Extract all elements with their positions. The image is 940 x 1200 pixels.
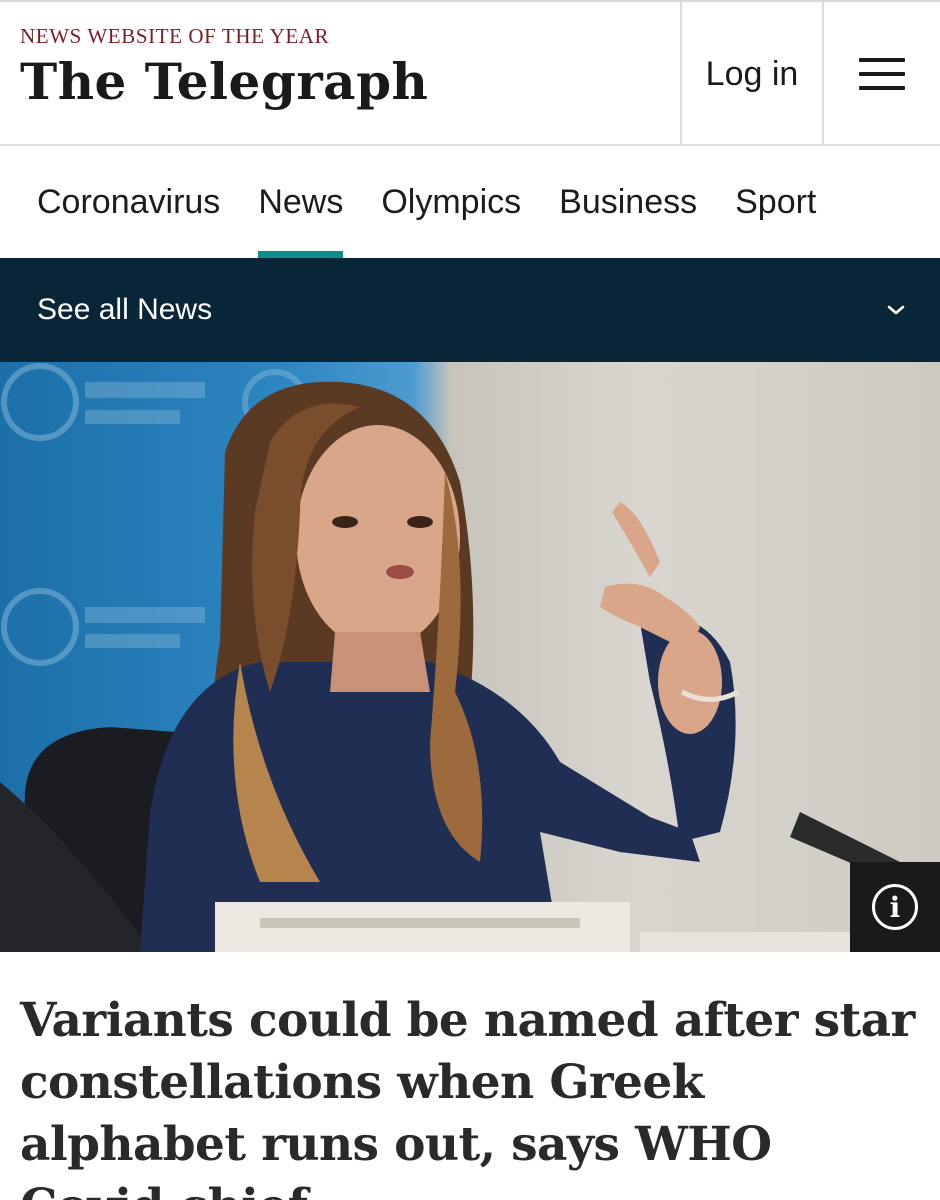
info-icon: i: [872, 884, 918, 930]
hero-photo-illustration: [0, 363, 900, 952]
nav-item-coronavirus[interactable]: Coronavirus: [18, 146, 239, 258]
tagline: NEWS WEBSITE OF THE YEAR: [20, 24, 330, 48]
login-button[interactable]: Log in: [680, 2, 822, 146]
article-headline[interactable]: Variants could be named after star const…: [20, 990, 920, 1200]
section-nav: Coronavirus News Olympics Business Sport: [0, 146, 940, 258]
header-actions: Log in: [680, 2, 940, 146]
see-all-news-label: See all News: [37, 293, 213, 326]
see-all-news-bar[interactable]: See all News: [0, 258, 940, 362]
site-header: NEWS WEBSITE OF THE YEAR The Telegraph L…: [0, 0, 940, 146]
hamburger-menu-icon: [859, 58, 905, 90]
nav-item-olympics[interactable]: Olympics: [362, 146, 540, 258]
menu-button[interactable]: [822, 2, 940, 146]
brand[interactable]: NEWS WEBSITE OF THE YEAR The Telegraph: [20, 24, 428, 107]
nav-item-sport[interactable]: Sport: [716, 146, 835, 258]
chevron-down-icon: [887, 305, 905, 315]
nav-item-news[interactable]: News: [239, 146, 362, 258]
nav-items: Coronavirus News Olympics Business Sport: [18, 146, 835, 258]
nav-item-business[interactable]: Business: [540, 146, 716, 258]
masthead-logo[interactable]: The Telegraph: [20, 57, 428, 107]
nav-scroll-fade: [870, 146, 940, 258]
hero-image[interactable]: i: [0, 362, 940, 952]
image-info-button[interactable]: i: [850, 862, 940, 952]
